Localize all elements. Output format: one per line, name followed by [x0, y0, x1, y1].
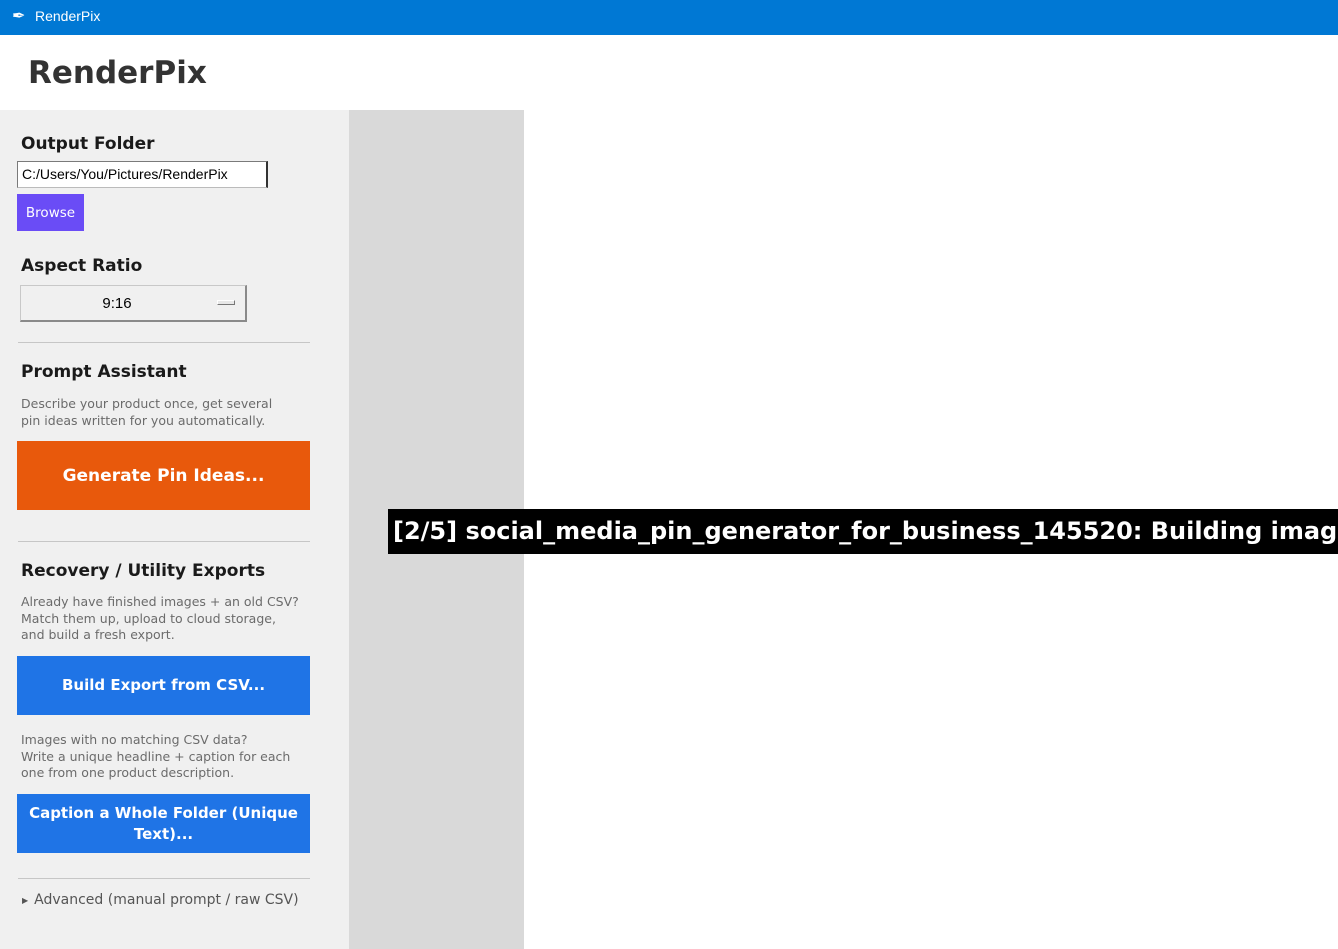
output-folder-label: Output Folder [21, 134, 155, 154]
generate-pin-ideas-button[interactable]: Generate Pin Ideas... [17, 441, 310, 510]
prompt-assistant-description: Describe your product once, get several … [21, 396, 273, 428]
status-banner: [2/5] social_media_pin_generator_for_bus… [388, 509, 1338, 554]
divider [18, 342, 310, 343]
window-title: RenderPix [35, 8, 101, 24]
output-folder-field[interactable]: C:/Users/You/Pictures/RenderPix [17, 161, 268, 188]
build-export-from-csv-button[interactable]: Build Export from CSV... [17, 656, 310, 715]
aspect-ratio-select[interactable]: 9:16 [20, 285, 247, 322]
quill-feather-icon: ✒ [12, 6, 26, 25]
page-title: RenderPix [28, 55, 207, 91]
recovery-description: Already have finished images + an old CS… [21, 594, 299, 642]
browse-button[interactable]: Browse [17, 194, 84, 231]
dropdown-indicator-icon [217, 300, 235, 305]
window-titlebar: ✒ RenderPix [0, 0, 1338, 35]
aspect-ratio-label: Aspect Ratio [21, 256, 143, 276]
caption-folder-button[interactable]: Caption a Whole Folder (Unique Text)... [17, 794, 310, 853]
advanced-label: Advanced (manual prompt / raw CSV) [34, 892, 299, 908]
recovery-title: Recovery / Utility Exports [21, 561, 266, 581]
caret-right-icon: ▶ [22, 895, 29, 905]
advanced-toggle[interactable]: ▶ Advanced (manual prompt / raw CSV) [22, 892, 299, 908]
divider [18, 541, 310, 542]
prompt-assistant-title: Prompt Assistant [21, 362, 187, 382]
caption-folder-description: Images with no matching CSV data? Write … [21, 732, 291, 780]
sidebar: Output Folder C:/Users/You/Pictures/Rend… [0, 110, 349, 949]
aspect-ratio-value: 9:16 [102, 295, 132, 312]
app-header: RenderPix [0, 35, 1338, 110]
divider [18, 878, 310, 879]
